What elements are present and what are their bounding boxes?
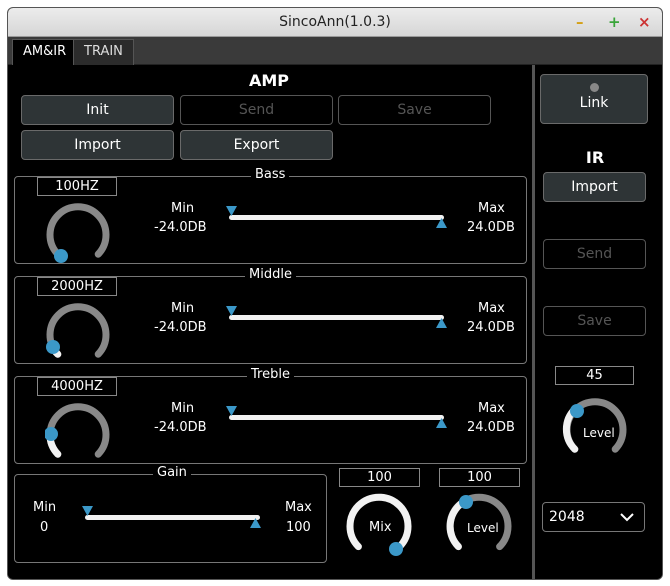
amp-save-button[interactable]: Save [338,95,491,125]
export-button[interactable]: Export [180,130,333,160]
maximize-icon[interactable]: + [608,13,621,31]
ir-level-label: Level [583,426,615,440]
treble-max-label: Max [478,401,505,416]
ir-size-value: 2048 [549,509,585,525]
amp-panel: AMP Init Send Save Import Export Bass 10… [8,65,530,579]
app-window: SincoAnn(1.0.3) – + × AM&IR TRAIN AMP In… [7,7,663,580]
bass-min-label: Min [171,201,195,216]
treble-title: Treble [247,367,294,382]
close-icon[interactable]: × [638,13,651,31]
amp-import-button[interactable]: Import [21,130,174,160]
treble-min-label: Min [171,401,195,416]
middle-freq-knob[interactable] [45,301,111,367]
treble-slider-track[interactable] [229,415,444,420]
tab-am-ir[interactable]: AM&IR [12,39,78,65]
bass-freq-knob[interactable] [45,201,111,267]
middle-freq-field[interactable]: 2000HZ [37,277,117,296]
gain-min-label: Min [33,500,57,515]
treble-max-value: 24.0DB [467,420,515,435]
tab-train[interactable]: TRAIN [73,39,134,65]
link-button[interactable]: Link [540,74,648,124]
chevron-down-icon [620,513,634,522]
amp-level-value-field[interactable]: 100 [439,468,520,487]
treble-min-value: -24.0DB [154,420,207,435]
ir-send-button[interactable]: Send [543,239,646,269]
treble-group: Treble 4000HZ Min -24.0DB Max 24.0DB [14,367,527,467]
middle-max-value: 24.0DB [467,320,515,335]
mix-label: Mix [369,520,392,535]
window-title: SincoAnn(1.0.3) [279,14,391,30]
ir-import-button[interactable]: Import [543,172,646,202]
middle-group: Middle 2000HZ Min -24.0DB Max 24.0DB [14,267,527,367]
mix-value-field[interactable]: 100 [339,468,420,487]
bass-max-value: 24.0DB [467,220,515,235]
amp-heading: AMP [248,71,290,90]
init-button[interactable]: Init [21,95,174,125]
gain-slider-track[interactable] [85,515,260,520]
bass-slider-track[interactable] [229,215,444,220]
treble-freq-field[interactable]: 4000HZ [37,377,117,396]
gain-min-value: 0 [40,520,49,535]
amp-level-label: Level [467,521,499,535]
bass-min-value: -24.0DB [154,220,207,235]
ir-size-select[interactable]: 2048 [542,502,645,532]
middle-max-label: Max [478,301,505,316]
middle-title: Middle [245,267,296,282]
ir-save-button[interactable]: Save [543,306,646,336]
bass-freq-field[interactable]: 100HZ [37,177,117,196]
middle-slider-track[interactable] [229,315,444,320]
amp-send-button[interactable]: Send [180,95,333,125]
gain-group: Gain Min 0 Max 100 [14,465,327,563]
gain-max-label: Max [285,500,312,515]
gain-title: Gain [153,465,191,480]
middle-min-label: Min [171,301,195,316]
ir-heading: IR [585,148,605,167]
bass-title: Bass [251,167,290,182]
ir-level-value-field[interactable]: 45 [555,366,634,385]
link-label: Link [579,95,609,111]
link-status-icon [589,83,599,92]
ir-panel: Link IR Import Send Save 45 Level 2048 [535,65,662,579]
gain-max-value: 100 [286,520,311,535]
bass-max-label: Max [478,201,505,216]
minimize-icon[interactable]: – [576,13,584,31]
title-bar: SincoAnn(1.0.3) – + × [8,8,662,37]
middle-min-value: -24.0DB [154,320,207,335]
tab-bar: AM&IR TRAIN [8,37,662,65]
treble-freq-knob[interactable] [45,401,111,467]
bass-group: Bass 100HZ Min -24.0DB Max 24.0DB [14,167,527,267]
